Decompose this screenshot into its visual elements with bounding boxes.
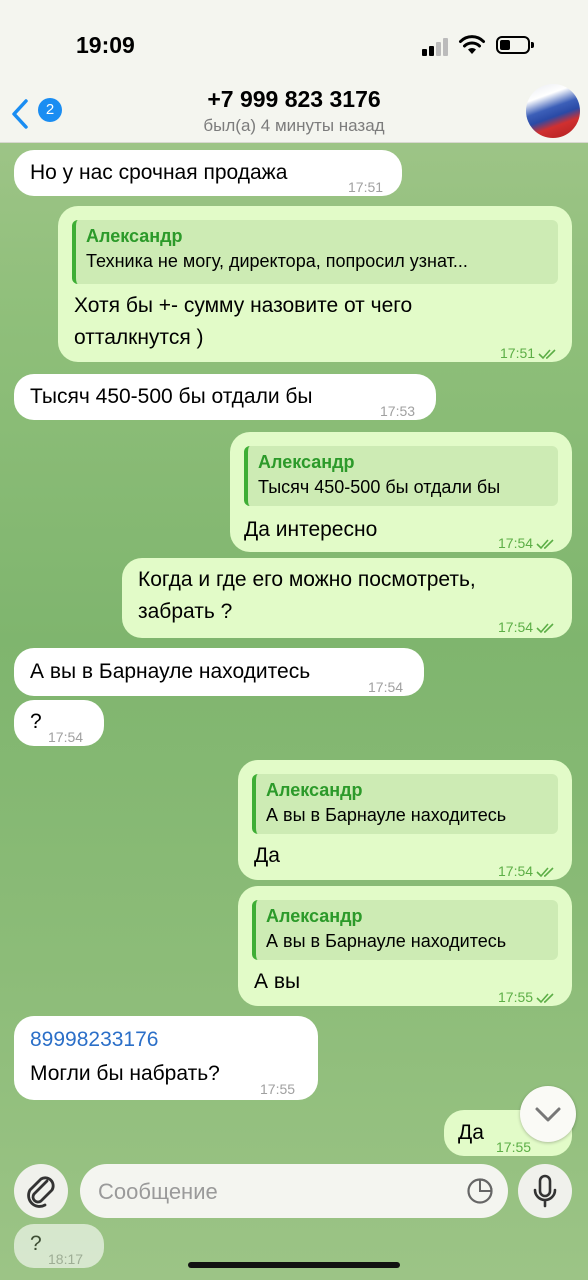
status-bar: 19:09 xyxy=(0,0,588,88)
reply-quote[interactable]: Александр Тысяч 450-500 бы отдали бы xyxy=(244,446,558,506)
message-outgoing[interactable]: Александр Техника не могу, директора, по… xyxy=(58,206,572,362)
message-text: ? xyxy=(30,1232,42,1255)
reply-author: Александр xyxy=(86,226,183,246)
chat-title[interactable]: +7 999 823 3176 xyxy=(0,86,588,113)
battery-icon xyxy=(496,36,534,54)
message-time: 17:54 xyxy=(498,619,534,635)
avatar[interactable] xyxy=(526,84,580,138)
message-time: 17:55 xyxy=(260,1081,296,1097)
reply-author: Александр xyxy=(266,906,363,926)
double-check-icon xyxy=(536,539,554,550)
message-outgoing[interactable]: Александр А вы в Барнауле находитесь Да … xyxy=(238,760,572,880)
reply-text: Тысяч 450-500 бы отдали бы xyxy=(258,477,501,497)
message-time: 17:51 xyxy=(500,345,536,361)
message-incoming[interactable]: ? 18:17 xyxy=(14,1224,104,1268)
message-time: 17:51 xyxy=(348,179,384,195)
reply-quote[interactable]: Александр Техника не могу, директора, по… xyxy=(72,220,558,284)
message-outgoing[interactable]: Когда и где его можно посмотреть, забрат… xyxy=(122,558,572,638)
message-time: 17:54 xyxy=(368,679,404,695)
message-text: А вы xyxy=(254,970,301,993)
double-check-icon xyxy=(536,623,554,634)
double-check-icon xyxy=(538,349,556,360)
message-text: А вы в Барнауле находитесь xyxy=(30,660,311,683)
message-text: Могли бы набрать? xyxy=(30,1062,220,1085)
message-outgoing[interactable]: Александр Тысяч 450-500 бы отдали бы Да … xyxy=(230,432,572,552)
message-input-wrapper xyxy=(80,1164,508,1220)
message-incoming[interactable]: ? 17:54 xyxy=(14,700,104,746)
message-time: 17:54 xyxy=(498,535,534,551)
scroll-down-button[interactable] xyxy=(520,1086,576,1142)
home-indicator xyxy=(188,1262,400,1268)
reply-author: Александр xyxy=(258,452,355,472)
message-incoming[interactable]: 89998233176 Могли бы набрать? 17:55 xyxy=(14,1016,318,1100)
reply-text: Техника не могу, директора, попросил узн… xyxy=(86,251,468,271)
microphone-button[interactable] xyxy=(518,1164,572,1218)
reply-text: А вы в Барнауле находитесь xyxy=(266,931,507,951)
message-text-line1: Когда и где его можно посмотреть, xyxy=(138,568,476,591)
message-incoming[interactable]: А вы в Барнауле находитесь 17:54 xyxy=(14,648,424,696)
message-text: Да интересно xyxy=(244,518,378,541)
message-input[interactable] xyxy=(96,1164,460,1220)
message-outgoing[interactable]: Александр А вы в Барнауле находитесь А в… xyxy=(238,886,572,1006)
chevron-down-icon xyxy=(535,1107,561,1122)
paperclip-icon xyxy=(27,1176,55,1208)
message-time: 17:53 xyxy=(380,403,416,419)
phone-link[interactable]: 89998233176 xyxy=(30,1024,158,1055)
message-text-line2: отталкнутся ) xyxy=(74,326,204,349)
message-time: 18:17 xyxy=(48,1251,84,1267)
message-text: ? xyxy=(30,710,42,733)
message-time: 17:54 xyxy=(48,729,84,745)
sticker-icon[interactable] xyxy=(466,1177,494,1205)
message-incoming[interactable]: Тысяч 450-500 бы отдали бы 17:53 xyxy=(14,374,436,420)
attach-button[interactable] xyxy=(14,1164,68,1218)
message-text: Тысяч 450-500 бы отдали бы xyxy=(30,385,313,408)
message-text: Да xyxy=(458,1121,484,1144)
reply-text: А вы в Барнауле находитесь xyxy=(266,805,507,825)
message-text: Да xyxy=(254,844,280,867)
double-check-icon xyxy=(536,867,554,878)
chat-header: 2 +7 999 823 3176 был(а) 4 минуты назад xyxy=(0,80,588,143)
double-check-icon xyxy=(536,993,554,1004)
reply-author: Александр xyxy=(266,780,363,800)
wifi-icon xyxy=(459,35,485,54)
message-text-line1: Хотя бы +- сумму назовите от чего xyxy=(74,294,413,317)
reply-quote[interactable]: Александр А вы в Барнауле находитесь xyxy=(252,774,558,834)
message-time: 17:54 xyxy=(498,863,534,879)
status-time: 19:09 xyxy=(76,32,135,58)
message-incoming[interactable]: Но у нас срочная продажа 17:51 xyxy=(14,150,402,196)
message-text: Но у нас срочная продажа xyxy=(30,161,288,184)
message-time: 17:55 xyxy=(498,989,534,1005)
message-text-line2: забрать ? xyxy=(138,600,233,623)
reply-quote[interactable]: Александр А вы в Барнауле находитесь xyxy=(252,900,558,960)
microphone-icon xyxy=(533,1174,557,1208)
signal-icon xyxy=(422,38,448,56)
chat-status: был(а) 4 минуты назад xyxy=(203,116,385,135)
